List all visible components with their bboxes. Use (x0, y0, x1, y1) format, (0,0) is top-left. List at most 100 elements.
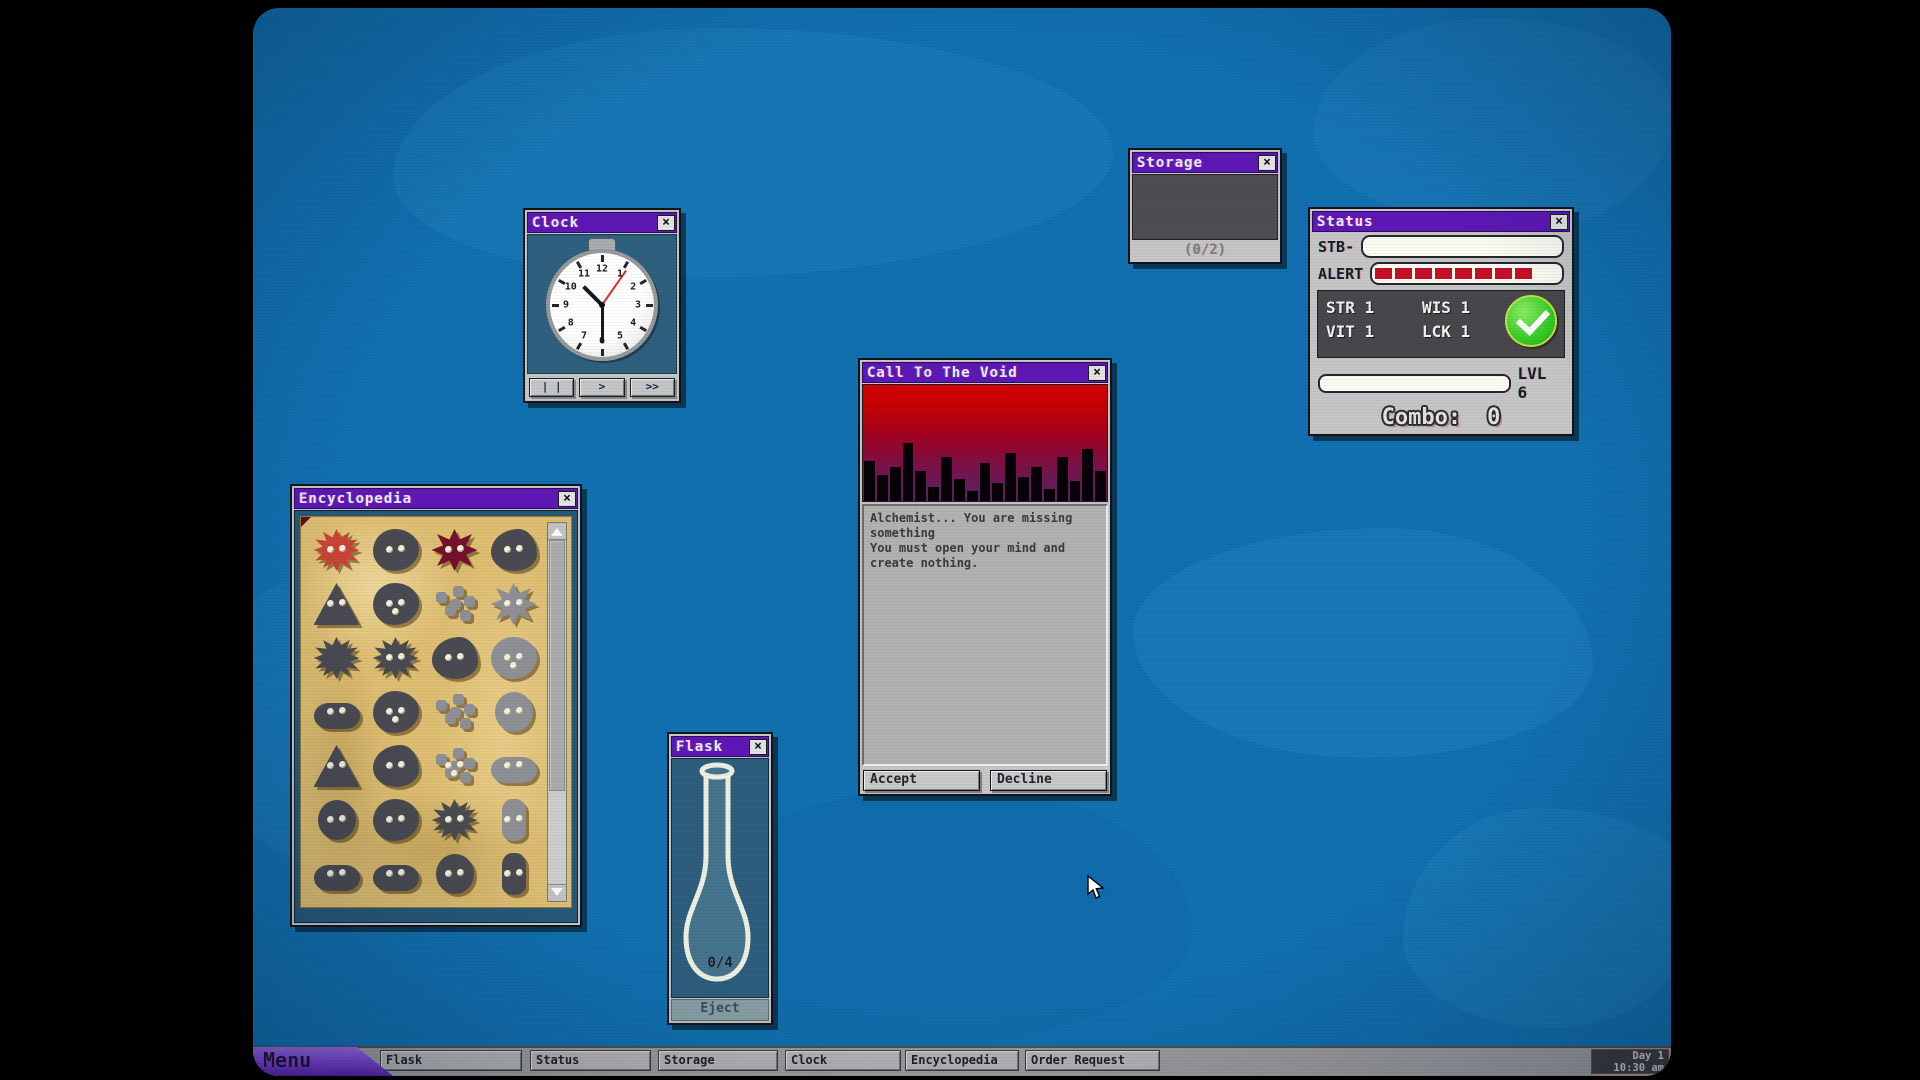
scroll-up-icon[interactable] (548, 523, 566, 540)
status-window-title: Status (1313, 214, 1374, 230)
creature-shape (450, 599, 461, 610)
creature-shape (491, 529, 537, 571)
scrollbar-thumb[interactable] (549, 540, 565, 791)
creature-icon[interactable] (314, 637, 360, 679)
decline-button[interactable]: Decline (990, 770, 1107, 791)
close-icon[interactable]: × (1550, 214, 1568, 230)
creature-icon[interactable] (314, 799, 360, 841)
creature-icon[interactable] (432, 529, 478, 571)
creature-shape (373, 637, 419, 679)
taskbar-button-flask[interactable]: Flask (380, 1050, 522, 1071)
close-icon[interactable]: × (1088, 365, 1106, 381)
creature-shape (491, 583, 537, 625)
taskbar-button-status[interactable]: Status (530, 1050, 651, 1071)
skyline-bar (1082, 449, 1093, 501)
creature-icon[interactable] (432, 799, 478, 841)
creature-shape (314, 583, 360, 625)
clock-tick (601, 255, 604, 262)
creature-icon[interactable] (314, 583, 360, 625)
creature-icon[interactable] (314, 529, 360, 571)
background-blob (1313, 18, 1671, 228)
message-line: Alchemist... You are missing (870, 511, 1100, 526)
clock-numeral: 2 (630, 282, 636, 293)
flask-window: Flask × 0/4 Eject (667, 732, 773, 1025)
creature-shape (314, 703, 360, 729)
encyclopedia-scrollbar[interactable] (547, 522, 567, 902)
encyclopedia-titlebar[interactable]: Encyclopedia × (294, 488, 578, 509)
creature-icon[interactable] (432, 583, 478, 625)
game-screen: Clock × 123456789101112 | | > >> (253, 8, 1671, 1076)
creature-icon[interactable] (432, 745, 478, 787)
creature-icon[interactable] (373, 529, 419, 571)
creature-icon[interactable] (491, 799, 537, 841)
alert-segment (1495, 268, 1512, 279)
creature-icon[interactable] (314, 853, 360, 895)
clock-titlebar[interactable]: Clock × (527, 212, 677, 233)
clock-hub (599, 302, 605, 308)
creature-icon[interactable] (373, 799, 419, 841)
taskbar-button-clock[interactable]: Clock (785, 1050, 901, 1071)
accept-button[interactable]: Accept (863, 770, 980, 791)
creature-shape (432, 529, 478, 571)
creature-icon[interactable] (373, 745, 419, 787)
close-icon[interactable]: × (1258, 155, 1276, 171)
creature-icon[interactable] (491, 853, 537, 895)
creature-shape (432, 637, 478, 679)
background-blob (1133, 528, 1593, 758)
fast-forward-button[interactable]: >> (630, 378, 675, 397)
encyclopedia-window-title: Encyclopedia (295, 491, 412, 507)
close-icon[interactable]: × (657, 215, 675, 231)
creature-icon[interactable] (491, 691, 537, 733)
creature-icon[interactable] (432, 691, 478, 733)
taskbar-button-encyclopedia[interactable]: Encyclopedia (905, 1050, 1019, 1071)
storage-slots[interactable] (1132, 174, 1278, 240)
alert-label: ALERT (1318, 265, 1363, 283)
clock-tick (552, 304, 559, 307)
second-hand (601, 270, 627, 306)
clock-tick (622, 261, 628, 269)
void-titlebar[interactable]: Call To The Void × (862, 362, 1108, 383)
alert-segment (1515, 268, 1532, 279)
creature-eye (510, 662, 517, 669)
creature-icon[interactable] (373, 583, 419, 625)
skyline-bar (954, 479, 965, 501)
clock-body: 123456789101112 (527, 234, 677, 374)
creature-icon[interactable] (491, 637, 537, 679)
clock-window: Clock × 123456789101112 | | > >> (523, 208, 681, 403)
creature-shape (318, 800, 356, 840)
stb-label: STB- (1318, 238, 1354, 256)
creature-icon[interactable] (491, 583, 537, 625)
pause-button[interactable]: | | (529, 378, 574, 397)
creature-icon[interactable] (432, 853, 478, 895)
creature-shape (373, 865, 419, 891)
skyline-bar (1070, 481, 1081, 501)
creature-icon[interactable] (491, 529, 537, 571)
close-icon[interactable]: × (558, 491, 576, 507)
status-titlebar[interactable]: Status × (1312, 211, 1570, 232)
flask-titlebar[interactable]: Flask × (671, 736, 769, 757)
storage-titlebar[interactable]: Storage × (1132, 152, 1278, 173)
clock-tick (639, 278, 647, 284)
void-window-title: Call To The Void (863, 365, 1018, 381)
play-button[interactable]: > (579, 378, 624, 397)
creature-icon[interactable] (432, 637, 478, 679)
menu-button[interactable]: Menu (253, 1047, 393, 1076)
creature-icon[interactable] (373, 853, 419, 895)
creature-icon[interactable] (491, 745, 537, 787)
skyline-bar (992, 483, 1003, 501)
eject-button[interactable]: Eject (671, 999, 769, 1021)
clock-numeral: 11 (578, 268, 590, 279)
creature-icon[interactable] (373, 691, 419, 733)
close-icon[interactable]: × (749, 739, 767, 755)
alert-bar (1370, 262, 1564, 285)
creature-icon[interactable] (314, 691, 360, 733)
taskbar-button-storage[interactable]: Storage (658, 1050, 778, 1071)
scroll-down-icon[interactable] (548, 884, 566, 901)
clock-face: 123456789101112 (546, 249, 658, 361)
storage-window: Storage × (0/2) (1128, 148, 1282, 264)
taskbar-button-order-request[interactable]: Order Request (1025, 1050, 1160, 1071)
creature-icon[interactable] (314, 745, 360, 787)
creature-shape (491, 637, 537, 679)
creature-icon[interactable] (373, 637, 419, 679)
creature-shape (373, 583, 419, 625)
